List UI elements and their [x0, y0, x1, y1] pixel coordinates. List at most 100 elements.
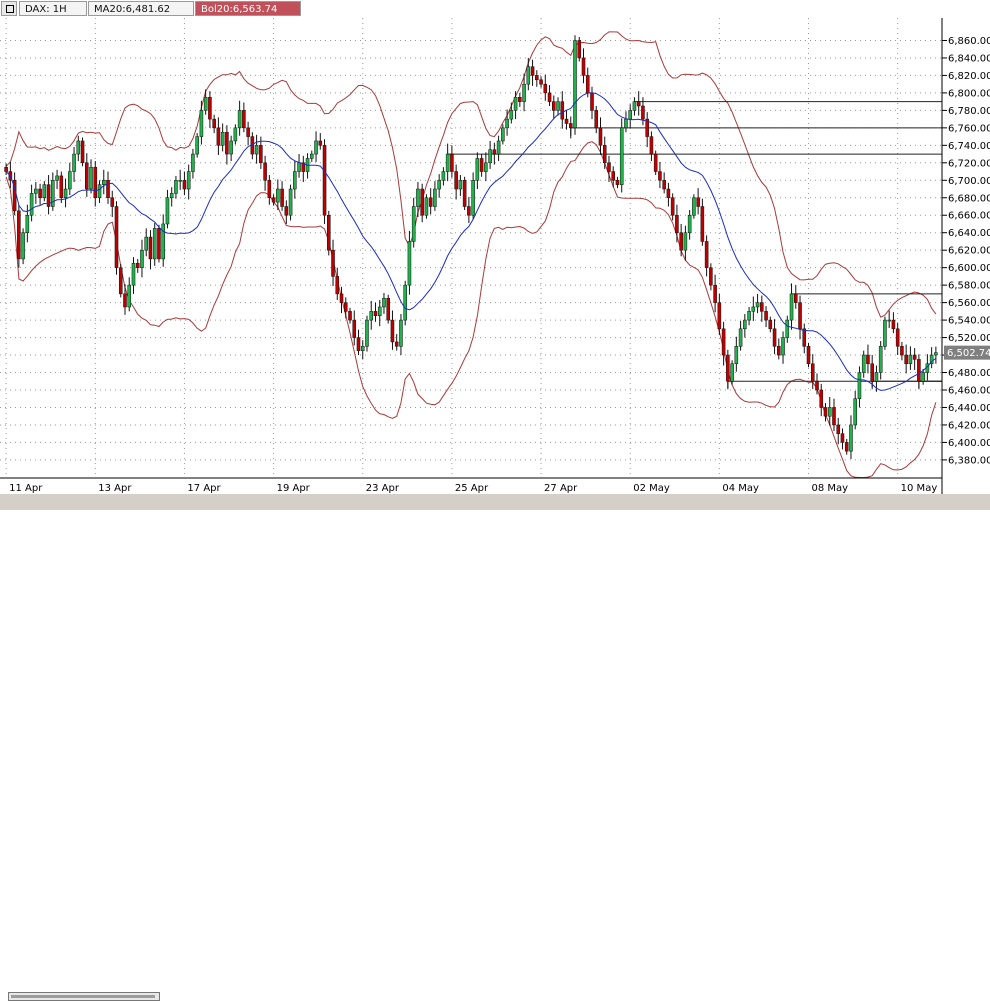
candle-body	[161, 223, 165, 260]
date-tick-label: 23 Apr	[366, 483, 400, 494]
candle-body	[883, 319, 887, 347]
moving-average-label[interactable]: MA20:6,481.62	[88, 1, 194, 16]
candle-body	[148, 236, 153, 260]
candle-body	[101, 180, 106, 185]
candle-body	[798, 302, 802, 330]
candle-body	[169, 193, 174, 199]
price-tick-label: 6,660.00	[948, 211, 990, 222]
candle-body	[25, 214, 30, 233]
candle-body	[441, 171, 446, 181]
candle-body	[314, 140, 318, 155]
candle-body	[484, 162, 488, 172]
candle-body	[216, 127, 221, 146]
candle-body	[891, 319, 896, 330]
candle-body	[165, 197, 170, 225]
candle-body	[416, 188, 420, 207]
candle-body	[709, 267, 713, 286]
symbol-label[interactable]: DAX: 1H	[19, 1, 87, 16]
candle-body	[280, 188, 284, 207]
candle-body	[602, 145, 607, 164]
candle-body	[607, 162, 611, 172]
candle-body	[789, 293, 794, 321]
candle-body	[887, 319, 891, 322]
candle-body	[254, 145, 259, 155]
candle-body	[781, 337, 785, 356]
price-tick-label: 6,580.00	[948, 281, 990, 292]
candle-body	[734, 346, 739, 365]
candle-body	[85, 162, 89, 190]
candle-body	[454, 171, 458, 190]
candle-body	[751, 306, 756, 312]
candle-body	[106, 180, 110, 199]
candle-body	[318, 140, 323, 146]
price-tick-label: 6,840.00	[948, 53, 990, 64]
candle-body	[810, 363, 815, 382]
candle-body	[339, 293, 344, 303]
price-tick-label: 6,420.00	[948, 420, 990, 431]
candle-body	[908, 354, 913, 365]
candle-body	[59, 175, 64, 199]
candle-body	[912, 354, 917, 360]
candle-body	[819, 389, 824, 408]
candle-body	[611, 171, 616, 181]
candle-body	[488, 149, 492, 164]
date-tick-label: 10 May	[901, 483, 938, 494]
candle-body	[276, 188, 280, 203]
price-chart[interactable]: 6,380.00 6,400.00 6,420.00 6,440.00 6,460.00…	[0, 18, 990, 494]
candle-body	[288, 188, 293, 216]
candle-body	[577, 40, 582, 59]
candle-body	[369, 311, 374, 321]
candle-body	[352, 319, 357, 338]
candle-body	[564, 118, 569, 124]
candle-body	[76, 140, 81, 155]
bollinger-label[interactable]: Bol20:6,563.74	[195, 1, 301, 16]
candle-body	[72, 153, 76, 172]
horizontal-scrollbar[interactable]	[8, 992, 160, 1001]
candle-body	[696, 197, 700, 207]
candle-body	[407, 241, 412, 286]
candle-body	[17, 210, 21, 260]
candle-body	[195, 136, 199, 155]
candle-body	[284, 206, 289, 216]
candle-body	[89, 166, 93, 190]
candle-body	[738, 328, 743, 347]
candle-body	[649, 136, 654, 155]
candle-body	[80, 140, 85, 164]
candle-body	[373, 311, 378, 316]
candle-body	[424, 197, 429, 216]
date-tick-label: 02 May	[633, 483, 670, 494]
candle-body	[840, 433, 845, 443]
candle-body	[692, 197, 696, 216]
last-price-marker: 6,502.74	[944, 345, 990, 360]
candle-body	[110, 197, 115, 207]
candle-body	[921, 372, 925, 382]
candle-body	[475, 158, 480, 181]
candle-body	[755, 302, 760, 308]
candle-body	[297, 162, 301, 172]
candle-body	[934, 352, 938, 356]
scrollbar-thumb[interactable]	[11, 995, 155, 998]
candle-body	[335, 276, 340, 295]
candle-body	[594, 110, 599, 129]
candle-body	[666, 188, 671, 199]
candle-body	[827, 407, 832, 417]
candle-body	[793, 293, 798, 303]
candle-body	[343, 302, 348, 312]
candle-body	[530, 66, 535, 76]
candle-body	[713, 284, 717, 303]
candle-body	[348, 311, 352, 321]
candle-body	[844, 442, 849, 452]
price-tick-label: 6,860.00	[948, 36, 990, 47]
candle-body	[437, 180, 441, 190]
candle-body	[619, 127, 624, 185]
candle-body	[683, 232, 688, 251]
date-tick-label: 25 Apr	[455, 483, 489, 494]
candle-body	[123, 293, 127, 308]
candle-body	[322, 145, 327, 216]
candle-body	[428, 197, 433, 207]
candle-body	[377, 306, 382, 316]
candle-body	[174, 180, 178, 194]
candle-body	[518, 97, 522, 102]
window-menu-icon[interactable]	[1, 1, 17, 16]
price-tick-label: 6,520.00	[948, 333, 990, 344]
